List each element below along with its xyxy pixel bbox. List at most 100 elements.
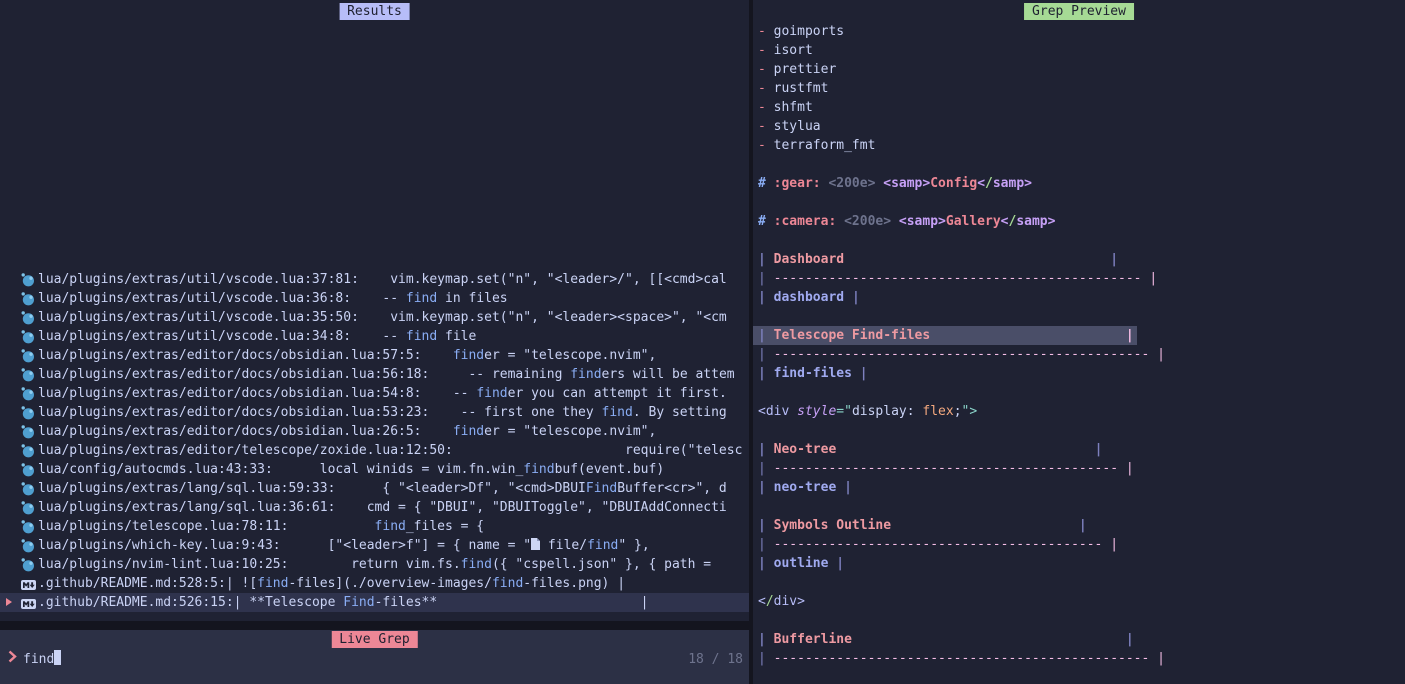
result-file-path: lua/plugins/extras/util/vscode.lua:37:81… xyxy=(38,272,359,287)
result-row[interactable]: lua/plugins/extras/util/vscode.lua:37:81… xyxy=(0,270,749,289)
preview-line xyxy=(753,383,1405,402)
preview-line: # :gear: <200e> <samp>Config</samp> xyxy=(753,174,1405,193)
result-row[interactable]: lua/plugins/extras/editor/telescope/zoxi… xyxy=(0,441,749,460)
results-counter: 18 / 18 xyxy=(688,650,743,669)
preview-content: - goimports- isort- prettier- rustfmt- s… xyxy=(753,22,1405,668)
result-row-selected[interactable]: .github/README.md:526:15:| **Telescope F… xyxy=(0,593,749,612)
preview-line: | --------------------------------------… xyxy=(753,459,1405,478)
preview-line xyxy=(753,573,1405,592)
result-file-path: lua/plugins/extras/lang/sql.lua:59:33: xyxy=(38,481,335,496)
prompt-window: Live Grep find 18 / 18 xyxy=(0,630,749,684)
lua-icon xyxy=(21,425,36,439)
preview-line: - goimports xyxy=(753,22,1405,41)
preview-line: | neo-tree | xyxy=(753,478,1405,497)
preview-line: | dashboard | xyxy=(753,288,1405,307)
preview-line: - isort xyxy=(753,41,1405,60)
results-list: lua/plugins/extras/util/vscode.lua:37:81… xyxy=(0,270,749,612)
lua-icon xyxy=(21,444,36,458)
result-file-path: .github/README.md:526:15: xyxy=(38,595,234,610)
preview-line: | --------------------------------------… xyxy=(753,649,1405,668)
result-file-path: lua/plugins/extras/lang/sql.lua:36:61: xyxy=(38,500,335,515)
result-row[interactable]: lua/plugins/extras/util/vscode.lua:35:50… xyxy=(0,308,749,327)
preview-line: | Neo-tree | xyxy=(753,440,1405,459)
preview-line xyxy=(753,497,1405,516)
preview-line: - shfmt xyxy=(753,98,1405,117)
lua-icon xyxy=(21,406,36,420)
result-row[interactable]: lua/plugins/nvim-lint.lua:10:25: return … xyxy=(0,555,749,574)
result-row[interactable]: lua/plugins/extras/editor/docs/obsidian.… xyxy=(0,346,749,365)
search-input[interactable]: find xyxy=(8,650,669,669)
preview-line xyxy=(753,611,1405,630)
result-file-path: lua/plugins/extras/util/vscode.lua:35:50… xyxy=(38,310,359,325)
lua-icon xyxy=(21,311,36,325)
grep-preview-window: Grep Preview - goimports- isort- prettie… xyxy=(753,0,1405,684)
preview-line: | Dashboard | xyxy=(753,250,1405,269)
preview-line: <div style="display: flex;"> xyxy=(753,402,1405,421)
markdown-icon xyxy=(21,577,36,591)
preview-line xyxy=(753,231,1405,250)
preview-line: | --------------------------------------… xyxy=(753,345,1405,364)
result-file-path: .github/README.md:528:5: xyxy=(38,576,226,591)
result-row[interactable]: lua/plugins/extras/util/vscode.lua:36:8:… xyxy=(0,289,749,308)
result-row[interactable]: .github/README.md:528:5:| ![find-files](… xyxy=(0,574,749,593)
preview-line: - rustfmt xyxy=(753,79,1405,98)
preview-line: - stylua xyxy=(753,117,1405,136)
result-file-path: lua/plugins/telescope.lua:78:11: xyxy=(38,519,288,534)
result-row[interactable]: lua/plugins/telescope.lua:78:11: find_fi… xyxy=(0,517,749,536)
live-grep-title-badge: Live Grep xyxy=(331,631,417,648)
result-row[interactable]: lua/plugins/which-key.lua:9:43: ["<leade… xyxy=(0,536,749,555)
lua-icon xyxy=(21,387,36,401)
lua-icon xyxy=(21,330,36,344)
preview-title-badge: Grep Preview xyxy=(1024,3,1134,20)
lua-icon xyxy=(21,520,36,534)
result-row[interactable]: lua/plugins/extras/lang/sql.lua:59:33: {… xyxy=(0,479,749,498)
result-file-path: lua/plugins/which-key.lua:9:43: xyxy=(38,538,281,553)
result-row[interactable]: lua/plugins/extras/editor/docs/obsidian.… xyxy=(0,365,749,384)
results-window: Results lua/plugins/extras/util/vscode.l… xyxy=(0,0,749,621)
preview-line-highlighted: | Telescope Find-files | xyxy=(753,326,1405,345)
result-file-path: lua/plugins/extras/util/vscode.lua:34:8: xyxy=(38,329,351,344)
preview-line: | Symbols Outline | xyxy=(753,516,1405,535)
result-file-path: lua/plugins/extras/util/vscode.lua:36:8: xyxy=(38,291,351,306)
lua-icon xyxy=(21,558,36,572)
lua-icon xyxy=(21,539,36,553)
result-file-path: lua/plugins/extras/editor/telescope/zoxi… xyxy=(38,443,453,458)
result-row[interactable]: lua/plugins/extras/util/vscode.lua:34:8:… xyxy=(0,327,749,346)
lua-icon xyxy=(21,292,36,306)
preview-line xyxy=(753,155,1405,174)
selection-caret-icon xyxy=(6,598,12,606)
prompt-chevron-icon xyxy=(8,650,17,669)
preview-line xyxy=(753,307,1405,326)
preview-line: | --------------------------------------… xyxy=(753,535,1405,554)
preview-line: | --------------------------------------… xyxy=(753,269,1405,288)
result-row[interactable]: lua/plugins/extras/editor/docs/obsidian.… xyxy=(0,403,749,422)
lua-icon xyxy=(21,501,36,515)
lua-icon xyxy=(21,349,36,363)
result-row[interactable]: lua/plugins/extras/editor/docs/obsidian.… xyxy=(0,384,749,403)
result-row[interactable]: lua/plugins/extras/lang/sql.lua:36:61: c… xyxy=(0,498,749,517)
result-row[interactable]: lua/config/autocmds.lua:43:33: local win… xyxy=(0,460,749,479)
result-file-path: lua/plugins/extras/editor/docs/obsidian.… xyxy=(38,424,422,439)
preview-line: </div> xyxy=(753,592,1405,611)
lua-icon xyxy=(21,463,36,477)
search-query-text: find xyxy=(23,652,54,667)
preview-line: - terraform_fmt xyxy=(753,136,1405,155)
results-title-badge: Results xyxy=(339,3,410,20)
preview-line xyxy=(753,421,1405,440)
text-cursor xyxy=(54,650,61,665)
lua-icon xyxy=(21,482,36,496)
file-icon xyxy=(531,538,540,553)
result-file-path: lua/plugins/extras/editor/docs/obsidian.… xyxy=(38,386,422,401)
result-file-path: lua/plugins/extras/editor/docs/obsidian.… xyxy=(38,348,422,363)
result-file-path: lua/plugins/nvim-lint.lua:10:25: xyxy=(38,557,288,572)
preview-line: # :camera: <200e> <samp>Gallery</samp> xyxy=(753,212,1405,231)
preview-line: - prettier xyxy=(753,60,1405,79)
markdown-icon xyxy=(21,596,36,610)
preview-line xyxy=(753,193,1405,212)
preview-line: | find-files | xyxy=(753,364,1405,383)
result-file-path: lua/plugins/extras/editor/docs/obsidian.… xyxy=(38,405,429,420)
result-file-path: lua/plugins/extras/editor/docs/obsidian.… xyxy=(38,367,429,382)
result-row[interactable]: lua/plugins/extras/editor/docs/obsidian.… xyxy=(0,422,749,441)
preview-line: | outline | xyxy=(753,554,1405,573)
lua-icon xyxy=(21,368,36,382)
